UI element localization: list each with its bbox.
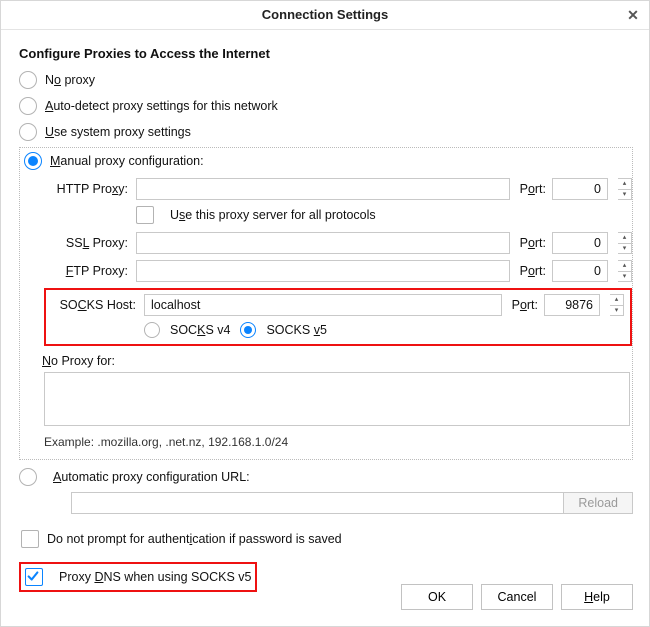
- ssl-proxy-input[interactable]: [136, 232, 510, 254]
- http-proxy-input[interactable]: [136, 178, 510, 200]
- auto-url-input: [71, 492, 564, 514]
- radio-icon: [19, 71, 37, 89]
- use-for-all-row[interactable]: Use this proxy server for all protocols: [136, 206, 632, 224]
- radio-icon: [240, 322, 256, 338]
- port-label: Port:: [506, 298, 540, 312]
- radio-label: Automatic proxy configuration URL:: [53, 470, 250, 484]
- http-port-input[interactable]: [552, 178, 608, 200]
- option-manual-proxy[interactable]: Manual proxy configuration:: [24, 152, 632, 170]
- ftp-port-input[interactable]: [552, 260, 608, 282]
- help-button[interactable]: Help: [561, 584, 633, 610]
- ftp-port-spinner[interactable]: ▴▾: [618, 260, 632, 282]
- option-auto-detect[interactable]: Auto-detect proxy settings for this netw…: [19, 97, 633, 115]
- checkbox-icon: [136, 206, 154, 224]
- port-label: Port:: [514, 182, 548, 196]
- ftp-proxy-row: FTP Proxy: Port: ▴▾: [44, 260, 632, 282]
- ssl-port-spinner[interactable]: ▴▾: [618, 232, 632, 254]
- spin-down-icon[interactable]: ▾: [610, 306, 623, 316]
- radio-icon: [19, 123, 37, 141]
- proxy-dns-highlight-box: Proxy DNS when using SOCKS v5: [19, 562, 257, 592]
- no-proxy-for-textarea[interactable]: [44, 372, 630, 426]
- http-proxy-row: HTTP Proxy: Port: ▴▾: [44, 178, 632, 200]
- http-port-spinner[interactable]: ▴▾: [618, 178, 632, 200]
- radio-label: Auto-detect proxy settings for this netw…: [45, 99, 278, 113]
- reload-button-label: Reload: [578, 496, 618, 510]
- option-auto-url[interactable]: Automatic proxy configuration URL:: [19, 468, 633, 486]
- no-auth-label: Do not prompt for authentication if pass…: [47, 532, 342, 546]
- auto-url-input-row: Reload: [71, 492, 633, 514]
- ssl-proxy-row: SSL Proxy: Port: ▴▾: [44, 232, 632, 254]
- ftp-proxy-input[interactable]: [136, 260, 510, 282]
- port-label: Port:: [514, 236, 548, 250]
- radio-icon: [19, 97, 37, 115]
- socks-host-label: SOCKS Host:: [52, 298, 140, 312]
- window-title: Connection Settings: [262, 7, 388, 22]
- reload-button: Reload: [564, 492, 633, 514]
- radio-label: No proxy: [45, 73, 95, 87]
- socks-host-input[interactable]: [144, 294, 502, 316]
- spin-up-icon[interactable]: ▴: [610, 295, 623, 306]
- titlebar: Connection Settings ✕: [1, 1, 649, 30]
- radio-label: Use system proxy settings: [45, 125, 191, 139]
- manual-proxy-block: Manual proxy configuration: HTTP Proxy: …: [19, 147, 633, 460]
- radio-icon: [144, 322, 160, 338]
- ssl-proxy-label: SSL Proxy:: [44, 236, 132, 250]
- port-label: Port:: [514, 264, 548, 278]
- socks-version-row: SOCKS v4 SOCKS v5: [144, 322, 624, 338]
- option-system-proxy[interactable]: Use system proxy settings: [19, 123, 633, 141]
- socks-v5-option[interactable]: SOCKS v5: [240, 322, 326, 338]
- socks-v4-option[interactable]: SOCKS v4: [144, 322, 230, 338]
- dialog-buttons: OK Cancel Help: [401, 584, 633, 610]
- ssl-port-input[interactable]: [552, 232, 608, 254]
- checkbox-icon[interactable]: [25, 568, 43, 586]
- spin-down-icon[interactable]: ▾: [618, 272, 631, 282]
- no-proxy-example: Example: .mozilla.org, .net.nz, 192.168.…: [44, 435, 632, 449]
- spin-down-icon[interactable]: ▾: [618, 244, 631, 254]
- radio-label: Manual proxy configuration:: [50, 154, 204, 168]
- section-heading: Configure Proxies to Access the Internet: [19, 46, 633, 61]
- use-for-all-label: Use this proxy server for all protocols: [170, 208, 376, 222]
- radio-icon: [24, 152, 42, 170]
- socks-port-spinner[interactable]: ▴▾: [610, 294, 624, 316]
- checkbox-icon: [21, 530, 39, 548]
- socks-port-input[interactable]: [544, 294, 600, 316]
- socks-v4-label: SOCKS v4: [170, 323, 230, 337]
- dialog-window: Connection Settings ✕ Configure Proxies …: [0, 0, 650, 627]
- proxy-dns-label[interactable]: Proxy DNS when using SOCKS v5: [59, 570, 251, 584]
- spin-up-icon[interactable]: ▴: [618, 261, 631, 272]
- radio-icon: [19, 468, 37, 486]
- ok-button[interactable]: OK: [401, 584, 473, 610]
- http-proxy-label: HTTP Proxy:: [44, 182, 132, 196]
- ftp-proxy-label: FTP Proxy:: [44, 264, 132, 278]
- manual-fields: HTTP Proxy: Port: ▴▾ Use this proxy serv…: [20, 178, 632, 346]
- option-no-proxy[interactable]: No proxy: [19, 71, 633, 89]
- spin-up-icon[interactable]: ▴: [618, 233, 631, 244]
- cancel-button[interactable]: Cancel: [481, 584, 553, 610]
- option-no-auth-prompt[interactable]: Do not prompt for authentication if pass…: [21, 530, 633, 548]
- socks-proxy-row: SOCKS Host: Port: ▴▾: [52, 294, 624, 316]
- dialog-body: Configure Proxies to Access the Internet…: [1, 30, 649, 592]
- spin-up-icon[interactable]: ▴: [618, 179, 631, 190]
- close-icon[interactable]: ✕: [617, 1, 649, 29]
- no-proxy-for-label: No Proxy for:: [42, 354, 632, 368]
- socks-v5-label: SOCKS v5: [266, 323, 326, 337]
- socks-highlight-box: SOCKS Host: Port: ▴▾ SOCKS v4 S: [44, 288, 632, 346]
- spin-down-icon[interactable]: ▾: [618, 190, 631, 200]
